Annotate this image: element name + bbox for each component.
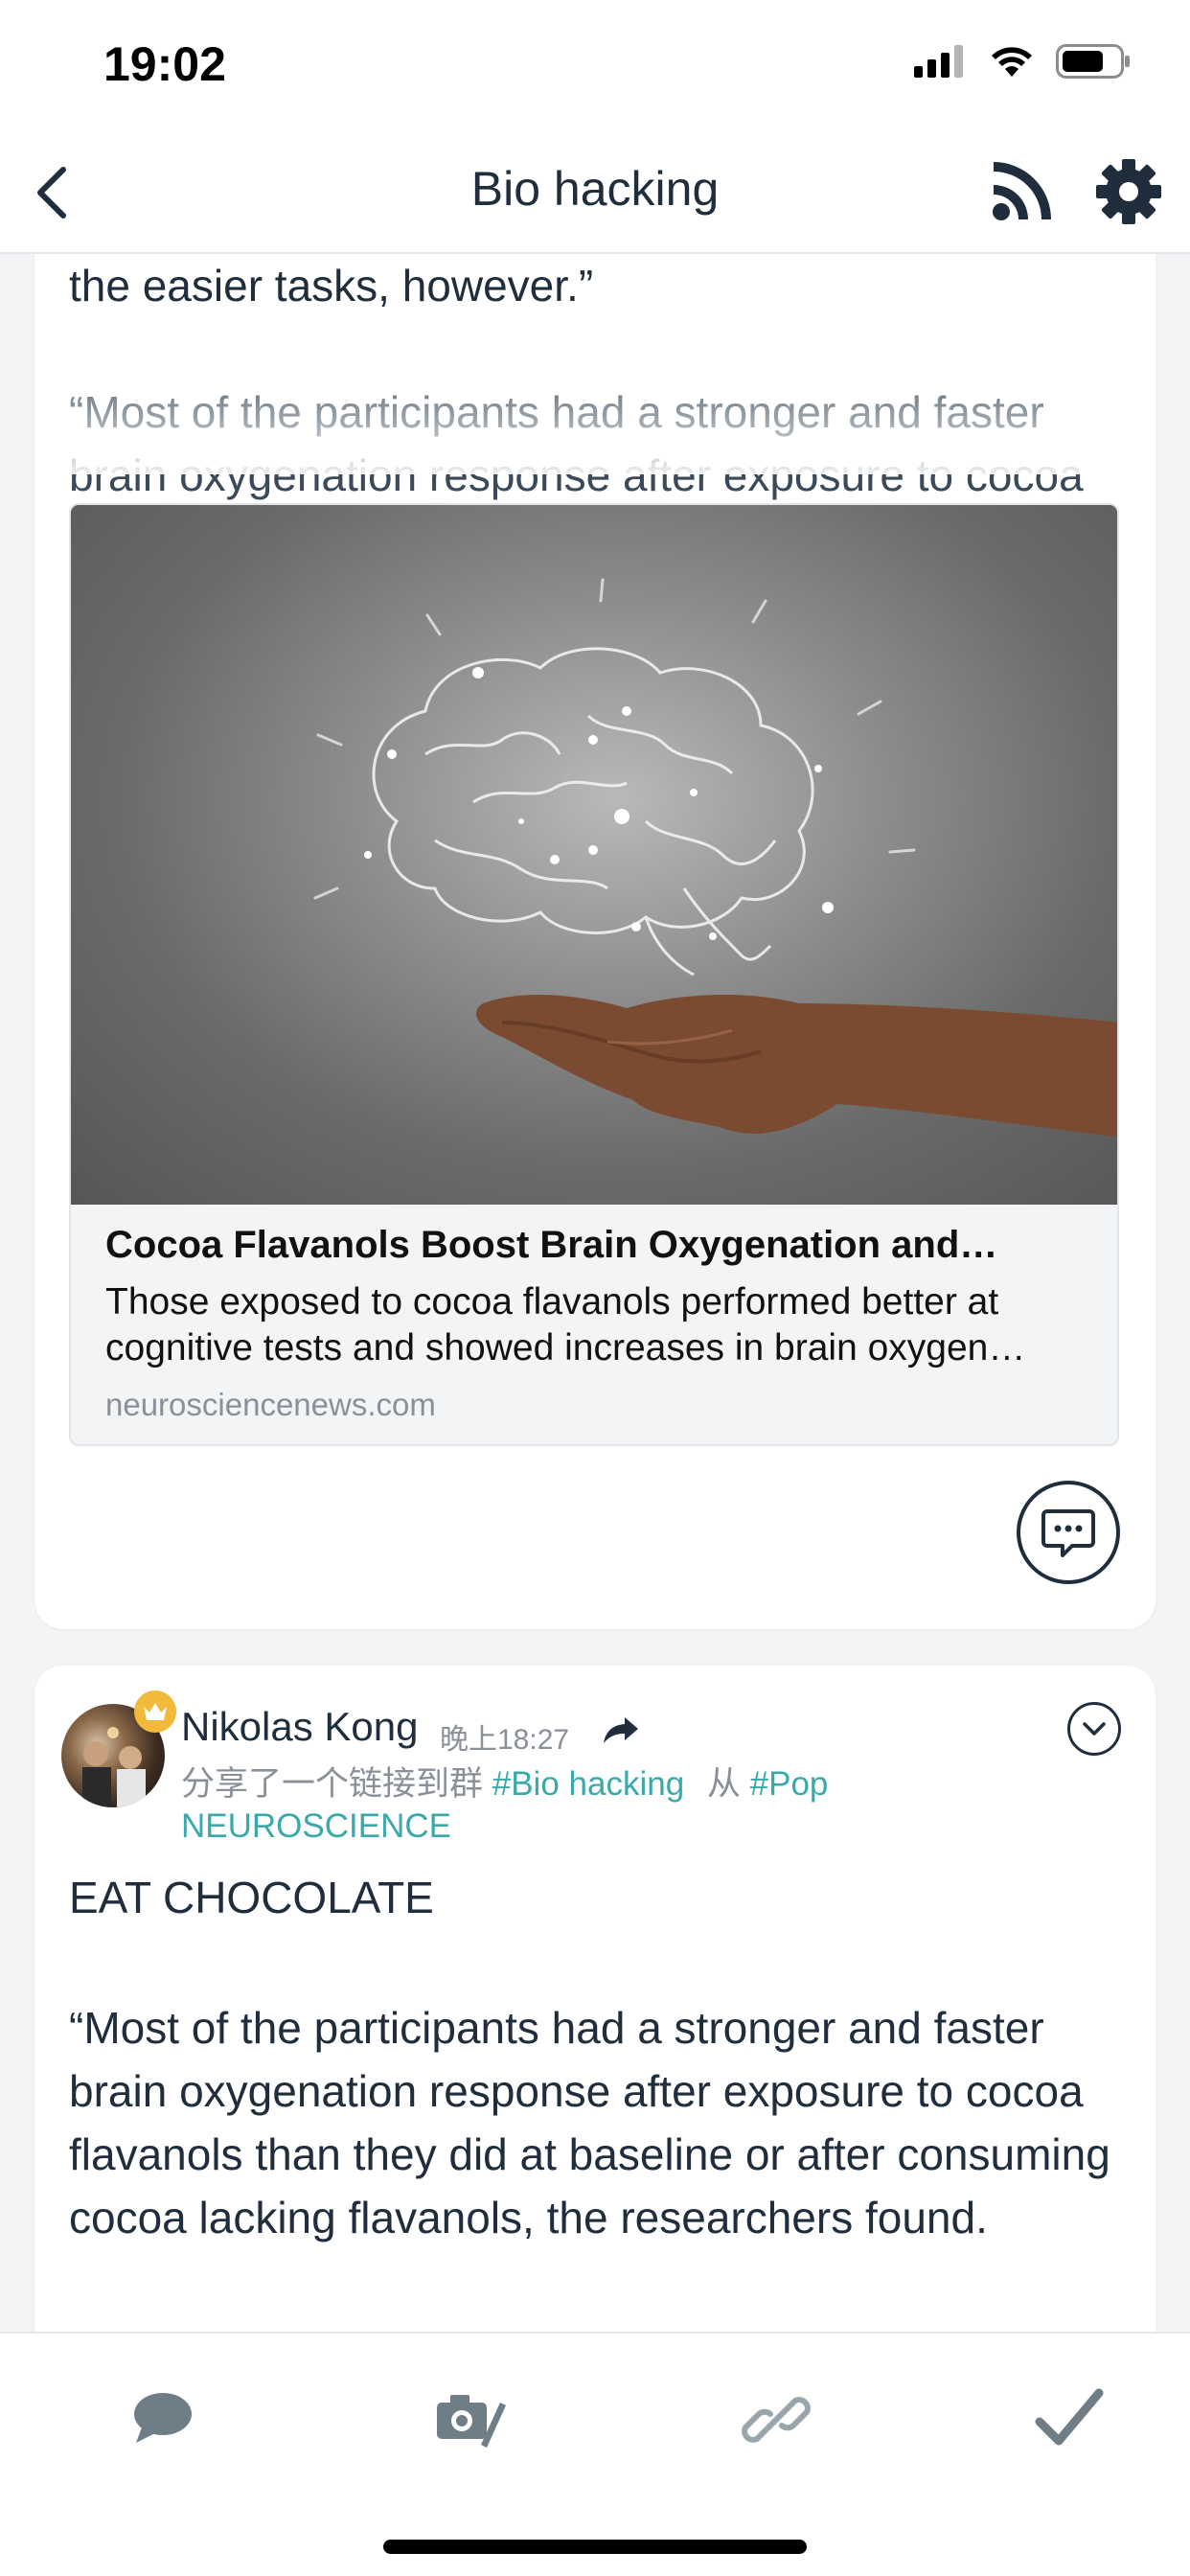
post-card: Nikolas Kong 晚上18:27 分享了一个链接到群 #Bio hack…: [34, 1666, 1156, 2332]
comment-button[interactable]: [1017, 1481, 1120, 1584]
share-prefix: 分享了一个链接到群: [181, 1765, 484, 1803]
bottom-toolbar: [0, 2332, 1190, 2576]
feed[interactable]: the easier tasks, however.” “Most of the…: [0, 254, 1190, 2332]
link-icon[interactable]: [738, 2381, 814, 2458]
wifi-icon: [992, 47, 1032, 77]
share-arrow-icon[interactable]: [602, 1714, 640, 1746]
post-body: “Most of the participants had a stronger…: [69, 2003, 1110, 2242]
home-indicator: [383, 2540, 807, 2554]
share-info: 分享了一个链接到群 #Bio hacking 从 #Pop NEUROSCIEN…: [181, 1763, 948, 1848]
group-tag-link[interactable]: #Bio hacking: [492, 1765, 684, 1803]
link-preview-title: Cocoa Flavanols Boost Brain Oxygenation …: [105, 1224, 998, 1266]
link-preview-card[interactable]: Cocoa Flavanols Boost Brain Oxygenation …: [69, 503, 1119, 1446]
status-time: 19:02: [103, 37, 226, 91]
post-options-button[interactable]: [1067, 1702, 1121, 1756]
link-preview-description: Those exposed to cocoa flavanols perform…: [105, 1281, 1026, 1368]
from-label: 从: [706, 1765, 741, 1803]
crown-icon: [134, 1690, 176, 1733]
post-heading: EAT CHOCOLATE: [69, 1873, 434, 1922]
author-name[interactable]: Nikolas Kong: [181, 1704, 418, 1750]
post-card: the easier tasks, however.” “Most of the…: [34, 254, 1156, 1629]
battery-icon: [1056, 44, 1130, 79]
status-bar: 19:02: [0, 0, 1190, 129]
status-icons: [914, 44, 1131, 79]
post-time: 晚上18:27: [440, 1724, 570, 1756]
chevron-down-icon: [1083, 1722, 1106, 1736]
brain-hand-illustration: [313, 578, 1117, 1138]
rss-icon[interactable]: [992, 158, 1055, 221]
comment-icon[interactable]: [125, 2381, 201, 2458]
link-preview-domain: neurosciencenews.com: [105, 1387, 436, 1422]
cellular-signal-icon: [914, 45, 963, 78]
camera-icon[interactable]: [431, 2381, 508, 2458]
preview-image: [71, 505, 1117, 1205]
gear-icon[interactable]: [1095, 158, 1162, 225]
text-fade-overlay: [34, 350, 1156, 474]
check-icon[interactable]: [1030, 2381, 1107, 2458]
comment-icon: [1041, 1509, 1095, 1557]
post-text: the easier tasks, however.”: [69, 261, 594, 310]
nav-bar: Bio hacking: [0, 129, 1190, 254]
